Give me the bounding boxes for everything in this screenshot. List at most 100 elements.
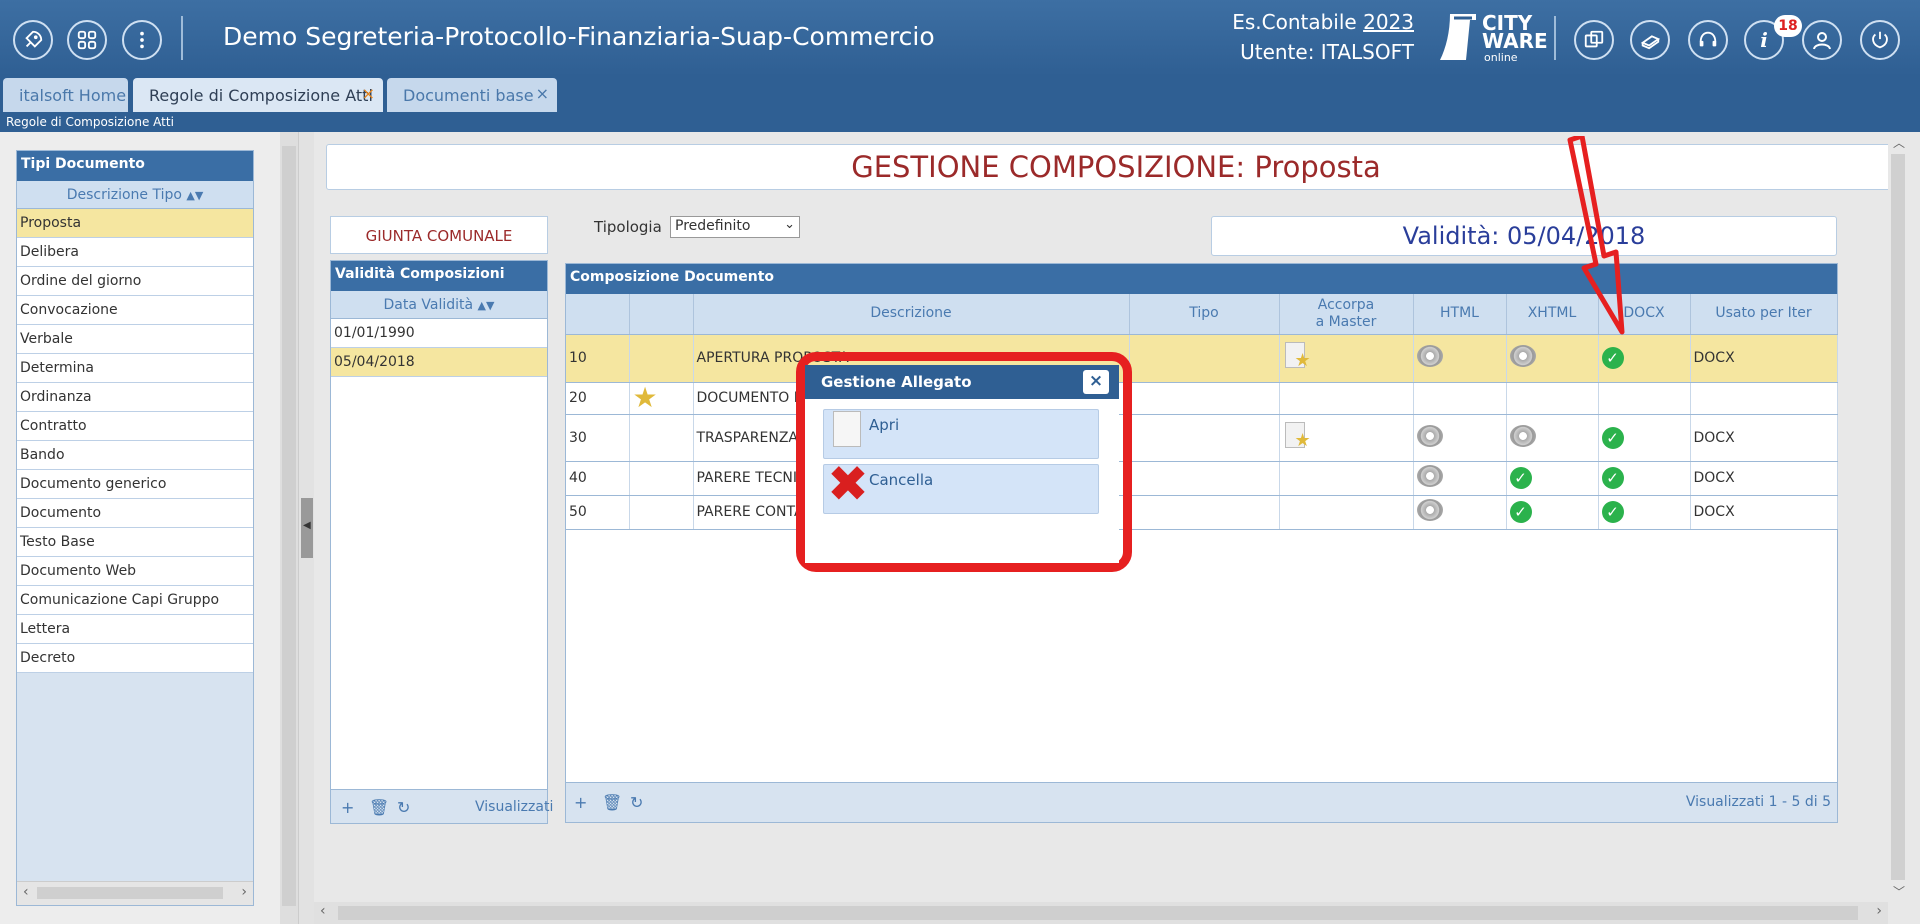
data-validita-header[interactable]: Data Validità ▲▼ (331, 291, 547, 319)
windows-icon[interactable] (1574, 20, 1614, 60)
check-icon[interactable]: ✓ (1601, 501, 1624, 523)
html-cell[interactable] (1413, 461, 1507, 496)
usato-iter-header[interactable]: Usato per Iter (1690, 294, 1838, 335)
list-item[interactable]: Bando (17, 441, 253, 470)
list-item[interactable]: Convocazione (17, 296, 253, 325)
more-vertical-icon[interactable] (122, 20, 162, 60)
accorpa-cell[interactable]: ★ (1279, 414, 1414, 462)
list-item[interactable]: Verbale (17, 325, 253, 354)
left-vertical-scrollbar[interactable] (280, 132, 298, 924)
gear-icon[interactable] (1509, 345, 1536, 367)
gear-icon[interactable] (1509, 424, 1536, 447)
docx-cell[interactable]: ✓ (1598, 461, 1691, 496)
scroll-down-icon[interactable]: ﹀ (1893, 883, 1905, 900)
pane-splitter[interactable]: ◀ (298, 132, 314, 924)
xhtml-cell[interactable]: ✓ (1506, 495, 1599, 530)
list-item[interactable]: Ordine del giorno (17, 267, 253, 296)
gear-icon[interactable] (1416, 424, 1443, 447)
accorpa-cell[interactable]: ★ (1279, 334, 1414, 383)
list-item[interactable]: Determina (17, 354, 253, 383)
list-item[interactable]: Testo Base (17, 528, 253, 557)
main-vertical-scrollbar[interactable]: ︿ ﹀ (1888, 132, 1908, 902)
scroll-up-icon[interactable]: ︿ (1893, 134, 1905, 151)
horizontal-scrollbar[interactable]: ‹ › (17, 881, 253, 905)
html-cell[interactable] (1413, 414, 1507, 462)
add-icon[interactable]: + (341, 798, 354, 817)
user-icon[interactable] (1802, 20, 1842, 60)
list-item[interactable]: Documento (17, 499, 253, 528)
tab-regole-composizione[interactable]: Regole di Composizione Atti × (133, 78, 383, 112)
es-year-link[interactable]: 2023 (1363, 10, 1414, 34)
refresh-icon[interactable]: ↻ (630, 793, 643, 812)
list-item[interactable]: Delibera (17, 238, 253, 267)
check-icon[interactable]: ✓ (1601, 426, 1624, 449)
gear-icon[interactable] (1416, 345, 1443, 367)
list-item[interactable]: Proposta (17, 209, 253, 238)
refresh-icon[interactable]: ↻ (397, 798, 410, 817)
list-item[interactable]: Contratto (17, 412, 253, 441)
seq-header[interactable] (566, 294, 630, 335)
cancella-button[interactable]: ✖ Cancella (823, 459, 1099, 514)
accorpa-master-header[interactable]: Accorpa a Master (1279, 294, 1414, 335)
tab-italsoft-home[interactable]: italsoft Home (3, 78, 128, 112)
doc-star-icon[interactable]: ★ (1283, 420, 1313, 452)
list-item[interactable]: 05/04/2018 (331, 348, 547, 377)
list-item[interactable]: Lettera (17, 615, 253, 644)
scrollbar-thumb[interactable] (338, 906, 1858, 920)
scroll-left-icon[interactable]: ‹ (23, 884, 29, 900)
table-row[interactable]: 50 PARERE CONTA ✓ ✓ DOCX (566, 495, 1838, 530)
docx-cell[interactable]: ✓ (1598, 414, 1691, 462)
rocket-icon[interactable] (13, 20, 53, 60)
gear-icon[interactable] (1416, 465, 1443, 487)
apps-grid-icon[interactable] (67, 20, 107, 60)
headset-icon[interactable] (1688, 20, 1728, 60)
list-item[interactable]: Documento Web (17, 557, 253, 586)
add-icon[interactable]: + (574, 793, 587, 812)
check-icon[interactable]: ✓ (1509, 467, 1532, 489)
doc-star-icon[interactable]: ★ (1283, 340, 1313, 372)
check-icon[interactable]: ✓ (1601, 467, 1624, 489)
trash-icon[interactable]: 🗑 (369, 798, 389, 817)
close-icon[interactable]: × (1083, 370, 1109, 394)
scrollbar-thumb[interactable] (1891, 154, 1905, 880)
list-item[interactable]: 01/01/1990 (331, 319, 547, 348)
tipo-header[interactable]: Tipo (1129, 294, 1280, 335)
check-icon[interactable]: ✓ (1509, 501, 1532, 523)
docx-cell[interactable]: ✓ (1598, 495, 1691, 530)
list-item[interactable]: Comunicazione Capi Gruppo (17, 586, 253, 615)
descrizione-header[interactable]: Descrizione (693, 294, 1130, 335)
scroll-right-icon[interactable]: › (1876, 903, 1882, 919)
tipologia-select[interactable]: Predefinito ⌄ (670, 216, 800, 238)
tab-close-icon[interactable]: × (362, 84, 375, 103)
table-row[interactable]: 40 PARERE TECNIC ✓ ✓ DOCX (566, 461, 1838, 496)
list-item[interactable]: Ordinanza (17, 383, 253, 412)
book-icon[interactable] (1630, 20, 1670, 60)
icon-cell (629, 414, 694, 462)
apri-button[interactable]: Apri (823, 409, 1099, 459)
power-icon[interactable] (1860, 20, 1900, 60)
html-header[interactable]: HTML (1413, 294, 1507, 335)
list-item[interactable]: Documento generico (17, 470, 253, 499)
table-row[interactable]: 20 ★ DOCUMENTO M (566, 382, 1838, 415)
tab-close-icon[interactable]: × (536, 84, 549, 103)
notification-badge[interactable]: 18 (1774, 15, 1802, 37)
scrollbar-thumb[interactable] (37, 887, 223, 899)
main-horizontal-scrollbar[interactable]: ‹ › (314, 902, 1888, 924)
table-row[interactable]: 30 TRASPARENZA I ★ ✓ DOCX (566, 414, 1838, 462)
scroll-left-icon[interactable]: ‹ (320, 903, 326, 919)
list-item[interactable]: Decreto (17, 644, 253, 673)
html-cell[interactable] (1413, 334, 1507, 383)
descrizione-tipo-header[interactable]: Descrizione Tipo ▲▼ (17, 181, 253, 209)
icon-header[interactable] (629, 294, 694, 335)
html-cell[interactable] (1413, 495, 1507, 530)
column-label: Data Validità (383, 297, 474, 313)
check-icon[interactable]: ✓ (1601, 347, 1624, 369)
trash-icon[interactable]: 🗑 (602, 793, 622, 812)
xhtml-cell[interactable] (1506, 414, 1599, 462)
collapse-handle[interactable]: ◀ (301, 498, 313, 558)
scroll-right-icon[interactable]: › (241, 884, 247, 900)
tab-documenti-base[interactable]: Documenti base × (387, 78, 557, 112)
gear-icon[interactable] (1416, 499, 1443, 521)
xhtml-cell[interactable]: ✓ (1506, 461, 1599, 496)
scrollbar-thumb[interactable] (282, 146, 296, 906)
